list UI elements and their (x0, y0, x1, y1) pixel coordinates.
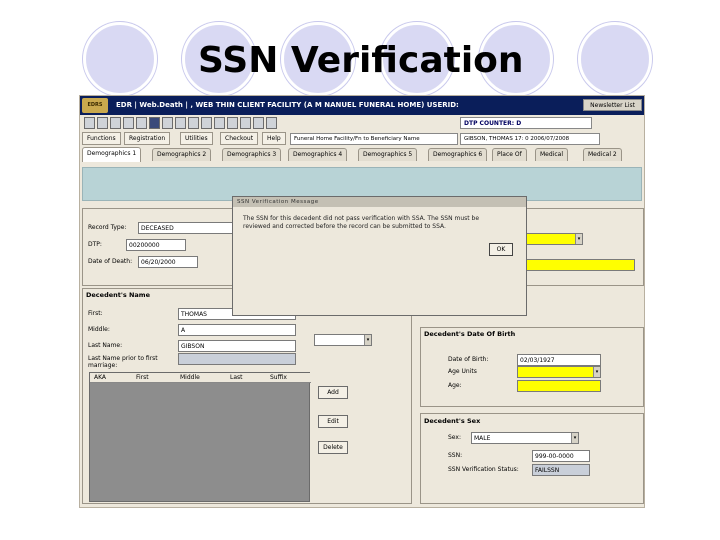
tab-demographics-5[interactable]: Demographics 5 (358, 148, 418, 161)
column-middle: Middle (180, 374, 200, 381)
attach-icon[interactable] (214, 117, 225, 129)
last-name-prior-field[interactable] (178, 353, 296, 365)
help-icon[interactable] (253, 117, 264, 129)
sex-select[interactable]: MALE ▾ (471, 432, 579, 444)
edit-icon[interactable] (110, 117, 121, 129)
search-icon[interactable] (162, 117, 173, 129)
delete-button[interactable]: Delete (318, 441, 348, 454)
ssn-field[interactable]: 999-00-0000 (532, 450, 590, 462)
toolbar: DTP COUNTER: D (80, 115, 644, 132)
ssn-status-label: SSN Verification Status: (448, 466, 519, 473)
date-of-birth-header: Decedent's Date Of Birth (424, 330, 516, 338)
date-of-death-field[interactable]: 06/20/2000 (138, 256, 198, 268)
tab-medical-2[interactable]: Medical 2 (583, 148, 622, 161)
tab-place-of[interactable]: Place Of (492, 148, 527, 161)
chevron-down-icon: ▾ (575, 234, 582, 244)
menu-help[interactable]: Help (262, 132, 286, 145)
decedent-select[interactable]: GIBSON, THOMAS 17: 0 2006/07/2008 (460, 133, 600, 145)
new-doc-icon[interactable] (84, 117, 95, 129)
ssn-label: SSN: (448, 452, 463, 459)
last-name-label: Last Name: (88, 342, 123, 349)
ssn-verification-dialog: SSN Verification Message The SSN for thi… (232, 196, 527, 316)
tab-strip: Demographics 1 Demographics 2 Demographi… (80, 147, 644, 162)
record-type-field[interactable]: DECEASED (138, 222, 238, 234)
chevron-down-icon: ▾ (571, 433, 578, 443)
age-units-label: Age Units (448, 368, 477, 375)
dialog-message: The SSN for this decedent did not pass v… (243, 215, 480, 230)
required-field[interactable] (517, 259, 635, 271)
middle-name-label: Middle: (88, 326, 110, 333)
slide-title: SSN Verification (198, 40, 524, 81)
sex-label: Sex: (448, 434, 461, 441)
dtp-label: DTP: (88, 241, 102, 248)
decedent-name-header: Decedent's Name (86, 291, 150, 299)
date-of-birth-field[interactable]: 02/03/1927 (517, 354, 601, 366)
menu-checkout[interactable]: Checkout (220, 132, 259, 145)
sign-icon[interactable] (201, 117, 212, 129)
facility-select[interactable]: Funeral Home Facility/Fn to Beneficiary … (290, 133, 458, 145)
age-label: Age: (448, 382, 462, 389)
ok-button[interactable]: OK (489, 243, 513, 256)
column-suffix: Suffix (270, 374, 287, 381)
open-icon[interactable] (97, 117, 108, 129)
ssn-status-field: FAILSSN (532, 464, 590, 476)
newsletter-button[interactable]: Newsletter List (583, 99, 642, 111)
suffix-select[interactable]: ▾ (314, 334, 372, 346)
aka-table[interactable]: AKA First Middle Last Suffix (89, 372, 311, 502)
menu-registration[interactable]: Registration (124, 132, 171, 145)
paste-icon[interactable] (136, 117, 147, 129)
last-name-field[interactable]: GIBSON (178, 340, 296, 352)
tab-demographics-3[interactable]: Demographics 3 (222, 148, 282, 161)
age-units-select[interactable]: ▾ (517, 366, 601, 378)
tab-demographics-4[interactable]: Demographics 4 (288, 148, 348, 161)
column-last: Last (230, 374, 243, 381)
edrs-logo: EDRS (82, 98, 108, 113)
dtp-field[interactable]: 00200000 (126, 239, 186, 251)
middle-name-field[interactable]: A (178, 324, 296, 336)
date-of-birth-label: Date of Birth: (448, 356, 489, 363)
age-field[interactable] (517, 380, 601, 392)
chevron-down-icon: ▾ (364, 335, 371, 345)
tab-demographics-1[interactable]: Demographics 1 (82, 147, 142, 162)
copy-icon[interactable] (123, 117, 134, 129)
presentation-slide: SSN Verification EDRS EDR | Web.Death | … (0, 0, 720, 540)
add-button[interactable]: Add (318, 386, 348, 399)
last-name-prior-label: Last Name prior to first marriage: (88, 355, 158, 369)
sex-header: Decedent's Sex (424, 417, 481, 425)
save-icon[interactable] (149, 117, 160, 129)
date-of-death-label: Date of Death: (88, 258, 133, 265)
report-icon[interactable] (227, 117, 238, 129)
tab-medical[interactable]: Medical (535, 148, 568, 161)
record-type-label: Record Type: (88, 224, 127, 231)
first-name-label: First: (88, 310, 103, 317)
dtp-counter: DTP COUNTER: D (460, 117, 592, 129)
help-icon[interactable] (240, 117, 251, 129)
dialog-title[interactable]: SSN Verification Message (233, 197, 526, 207)
decorative-circle (83, 22, 157, 96)
form-icon[interactable] (188, 117, 199, 129)
column-aka: AKA (94, 374, 107, 381)
chevron-down-icon: ▾ (593, 367, 600, 377)
decorative-circle (578, 22, 652, 96)
print-icon[interactable] (175, 117, 186, 129)
app-titlebar: EDRS EDR | Web.Death | , WEB THIN CLIENT… (80, 96, 644, 115)
column-first: First (136, 374, 149, 381)
edit-button[interactable]: Edit (318, 415, 348, 428)
edrs-application-window: EDRS EDR | Web.Death | , WEB THIN CLIENT… (79, 95, 645, 508)
aka-table-header: AKA First Middle Last Suffix (90, 373, 311, 383)
report-icon[interactable] (266, 117, 277, 129)
menu-utilities[interactable]: Utilities (180, 132, 213, 145)
tab-demographics-2[interactable]: Demographics 2 (152, 148, 212, 161)
menu-functions[interactable]: Functions (82, 132, 121, 145)
app-title: EDR | Web.Death | , WEB THIN CLIENT FACI… (116, 101, 459, 109)
tab-demographics-6[interactable]: Demographics 6 (428, 148, 488, 161)
